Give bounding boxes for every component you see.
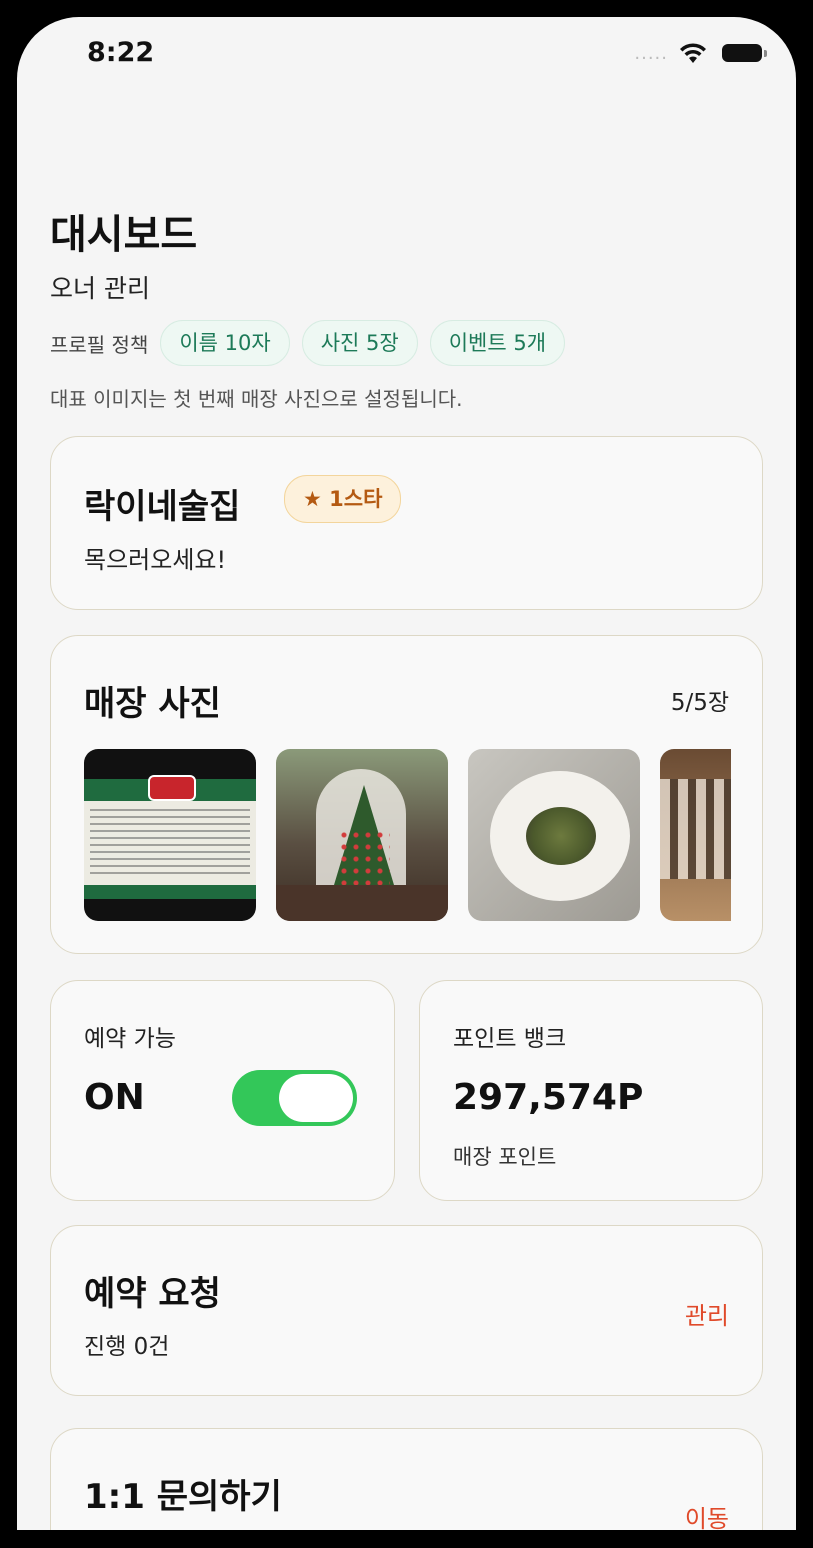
status-time: 8:22 [87, 37, 155, 68]
policy-note: 대표 이미지는 첫 번째 매장 사진으로 설정됩니다. [50, 387, 463, 411]
store-photo-interior[interactable] [660, 749, 731, 921]
star-rating-badge: ★ 1스타 [284, 475, 402, 523]
requests-status: 진행 0건 [84, 1334, 170, 1360]
cellular-signal-icon: ..... [634, 42, 668, 64]
status-icons: ..... [634, 41, 767, 65]
store-photo-pasta-dish[interactable] [468, 749, 640, 921]
store-card[interactable]: 락이네술집 ★ 1스타 목으러오세요! [50, 436, 763, 610]
policy-chip-photos: 사진 5장 [301, 320, 418, 366]
photos-title: 매장 사진 [84, 684, 221, 724]
store-photos-card: 매장 사진 5/5장 [50, 635, 763, 954]
manage-link[interactable]: 관리 [685, 1296, 729, 1331]
store-photo-menu-board[interactable] [84, 749, 256, 921]
points-label: 포인트 뱅크 [453, 1026, 567, 1052]
photo-strip[interactable] [84, 749, 731, 921]
points-subtitle: 매장 포인트 [453, 1145, 557, 1169]
reservation-requests-card[interactable]: 예약 요청 진행 0건 관리 [50, 1225, 763, 1396]
requests-title: 예약 요청 [84, 1274, 221, 1314]
photos-count: 5/5장 [670, 690, 729, 716]
inquiry-title: 1:1 문의하기 [84, 1477, 282, 1517]
go-link[interactable]: 이동 [685, 1499, 729, 1530]
policy-chip-events: 이벤트 5개 [429, 320, 566, 366]
reservation-label: 예약 가능 [84, 1026, 176, 1052]
page-subtitle: 오너 관리 [50, 274, 150, 303]
phone-screen: 8:22 ..... 대시보드 오너 관리 프로필 정책 이름 10자 사진 5… [17, 17, 796, 1530]
point-bank-card[interactable]: 포인트 뱅크 297,574P 매장 포인트 [419, 980, 763, 1201]
policy-chip-name: 이름 10자 [160, 320, 290, 366]
reservation-state: ON [84, 1077, 145, 1118]
wifi-icon [680, 43, 706, 63]
reservation-availability-card: 예약 가능 ON [50, 980, 395, 1201]
status-bar: 8:22 ..... [17, 17, 796, 87]
store-photo-christmas-tree[interactable] [276, 749, 448, 921]
page-title: 대시보드 [50, 212, 198, 258]
toggle-knob [279, 1074, 353, 1122]
store-description: 목으러오세요! [84, 546, 227, 574]
store-name: 락이네술집 [84, 487, 241, 527]
policy-label: 프로필 정책 [50, 332, 149, 357]
battery-icon [722, 44, 767, 62]
inquiry-card[interactable]: 1:1 문의하기 이동 [50, 1428, 763, 1530]
profile-policy-row: 프로필 정책 이름 10자 사진 5장 이벤트 5개 [50, 320, 577, 366]
points-value: 297,574P [453, 1077, 644, 1118]
reservation-toggle[interactable] [232, 1070, 357, 1126]
